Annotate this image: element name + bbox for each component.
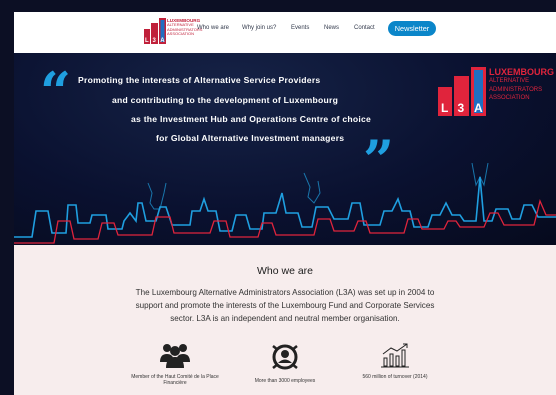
svg-text:A: A (474, 101, 483, 115)
stat-haut-comite: Member of the Haut Comité de la Place Fi… (120, 342, 230, 386)
nav-events[interactable]: Events (291, 25, 309, 31)
stat-turnover: 560 million of turnover (2014) (340, 342, 450, 380)
svg-text:A: A (160, 38, 165, 44)
stat-label: More than 3000 employees (254, 378, 316, 384)
banner-logo-wordmark: LUXEMBOURG ALTERNATIVE ADMINISTRATORS AS… (489, 67, 554, 103)
banner-logo-line-2: ALTERNATIVE (489, 78, 530, 84)
logo-line-4: ASSOCIATION (167, 31, 195, 37)
page-frame: L 3 A LUXEMBOURG ALTERNATIVE ADMINISTRAT… (14, 12, 556, 395)
who-we-are-title: Who we are (256, 265, 314, 277)
who-we-are-intro: The Luxembourg Alternative Administrator… (135, 288, 435, 324)
banner-logo-mark-icon: L 3 A (438, 67, 486, 116)
open-quote-icon: “ (40, 60, 72, 124)
logo-wordmark: LUXEMBOURG ALTERNATIVE ADMINISTRATORS AS… (167, 18, 202, 37)
banner-logo-line-3: ADMINISTRATORS (489, 86, 543, 93)
stat-employees: More than 3000 employees (230, 342, 340, 384)
employee-badge-icon (272, 344, 298, 370)
banner-line-3: as the Investment Hub and Operations Cen… (131, 114, 372, 124)
banner-line-1: Promoting the interests of Alternative S… (78, 75, 321, 85)
city-skyline-illustration (14, 163, 556, 244)
site-header: L 3 A LUXEMBOURG ALTERNATIVE ADMINISTRAT… (14, 12, 556, 53)
people-group-icon (160, 344, 190, 368)
l3a-logo-mark-icon: L 3 A (144, 18, 166, 44)
nav-news[interactable]: News (324, 25, 339, 31)
banner-logo-line-4: ASSOCIATION (489, 95, 530, 102)
svg-text:3: 3 (458, 101, 465, 115)
banner-line-2: and contributing to the development of L… (112, 95, 339, 105)
hero-banner: “ Promoting the interests of Alternative… (14, 53, 556, 245)
newsletter-button[interactable]: Newsletter (388, 21, 436, 36)
bar-chart-growth-icon (381, 343, 409, 368)
banner-logo-line-1: LUXEMBOURG (489, 67, 554, 77)
l3a-logo[interactable]: L 3 A LUXEMBOURG ALTERNATIVE ADMINISTRAT… (143, 18, 202, 45)
svg-text:L: L (441, 101, 448, 115)
svg-text:L: L (145, 38, 149, 44)
stat-label: 560 million of turnover (2014) (362, 374, 428, 380)
banner-line-4: for Global Alternative Investment manage… (156, 133, 345, 143)
stat-label: Member of the Haut Comité de la Place Fi… (131, 374, 219, 386)
nav-why-join-us[interactable]: Why join us? (242, 25, 276, 31)
nav-who-we-are[interactable]: Who we are (197, 25, 229, 31)
nav-contact[interactable]: Contact (354, 25, 375, 31)
banner-l3a-logo: L 3 A LUXEMBOURG ALTERNATIVE ADMINISTRAT… (438, 67, 554, 127)
